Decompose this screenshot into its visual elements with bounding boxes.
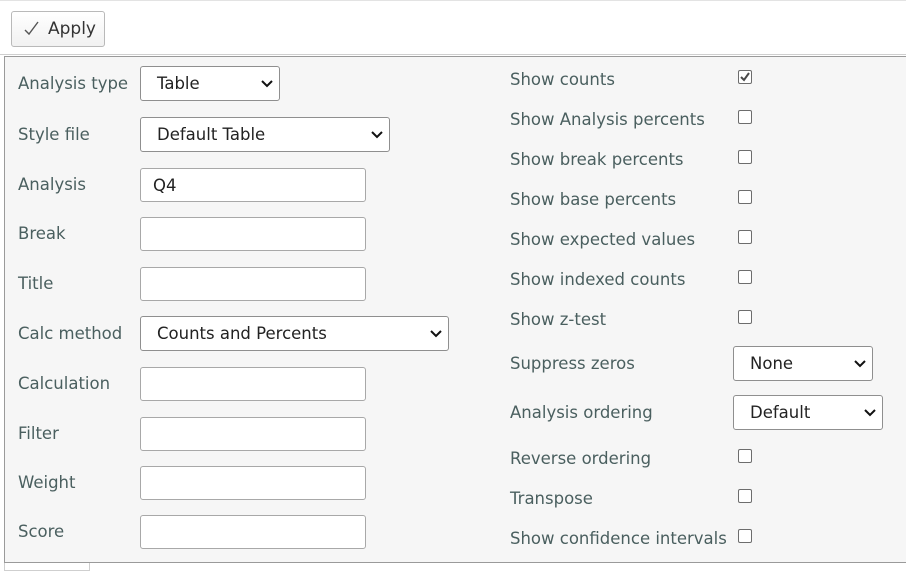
weight-input[interactable] <box>140 466 366 500</box>
weight-label: Weight <box>18 473 76 492</box>
show-counts-label: Show counts <box>510 70 615 89</box>
suppress-zeros-select[interactable]: None <box>733 346 873 381</box>
analysis-input[interactable] <box>140 168 366 202</box>
title-input[interactable] <box>140 267 366 301</box>
reverse-ordering-checkbox[interactable] <box>738 449 752 463</box>
analysis-ordering-value: Default <box>750 403 811 422</box>
calculation-label: Calculation <box>18 374 111 393</box>
divider <box>0 54 906 55</box>
show-base-percents-label: Show base percents <box>510 190 677 209</box>
chevron-down-icon <box>854 359 866 367</box>
filter-label: Filter <box>18 424 59 443</box>
chevron-down-icon <box>430 329 442 337</box>
calc-method-select[interactable]: Counts and Percents <box>140 316 449 351</box>
analysis-ordering-label: Analysis ordering <box>510 403 653 422</box>
score-label: Score <box>18 522 65 541</box>
analysis-type-value: Table <box>157 74 200 93</box>
analysis-label: Analysis <box>18 175 86 194</box>
analysis-type-select[interactable]: Table <box>140 66 280 101</box>
check-icon <box>740 72 750 82</box>
break-input[interactable] <box>140 217 366 251</box>
show-indexed-counts-checkbox[interactable] <box>738 270 752 284</box>
bottom-tab[interactable] <box>4 563 90 571</box>
filter-input[interactable] <box>140 417 366 451</box>
style-file-value: Default Table <box>157 125 266 144</box>
style-file-select[interactable]: Default Table <box>140 117 390 152</box>
calculation-input[interactable] <box>140 367 366 401</box>
show-break-percents-checkbox[interactable] <box>738 150 752 164</box>
show-break-percents-label: Show break percents <box>510 150 684 169</box>
chevron-down-icon <box>261 79 273 87</box>
analysis-ordering-select[interactable]: Default <box>733 395 883 430</box>
show-expected-values-label: Show expected values <box>510 230 696 249</box>
show-analysis-percents-label: Show Analysis percents <box>510 110 705 129</box>
apply-button[interactable]: Apply <box>11 11 105 47</box>
show-base-percents-checkbox[interactable] <box>738 190 752 204</box>
show-confidence-intervals-label: Show confidence intervals <box>510 529 727 548</box>
check-icon <box>23 20 41 38</box>
show-confidence-intervals-checkbox[interactable] <box>738 529 752 543</box>
chevron-down-icon <box>371 130 383 138</box>
show-expected-values-checkbox[interactable] <box>738 230 752 244</box>
show-z-test-checkbox[interactable] <box>738 310 752 324</box>
show-counts-checkbox[interactable] <box>738 70 752 84</box>
calc-method-label: Calc method <box>18 324 123 343</box>
show-indexed-counts-label: Show indexed counts <box>510 270 686 289</box>
show-analysis-percents-checkbox[interactable] <box>738 110 752 124</box>
show-z-test-label: Show z-test <box>510 310 607 329</box>
suppress-zeros-value: None <box>750 354 794 373</box>
transpose-label: Transpose <box>510 489 593 508</box>
apply-button-label: Apply <box>48 19 96 39</box>
chevron-down-icon <box>864 408 876 416</box>
title-label: Title <box>18 274 54 293</box>
calc-method-value: Counts and Percents <box>157 324 327 343</box>
toolbar: Apply <box>0 0 906 54</box>
suppress-zeros-label: Suppress zeros <box>510 354 635 373</box>
analysis-type-label: Analysis type <box>18 74 129 93</box>
reverse-ordering-label: Reverse ordering <box>510 449 652 468</box>
score-input[interactable] <box>140 515 366 549</box>
break-label: Break <box>18 224 66 243</box>
style-file-label: Style file <box>18 125 90 144</box>
transpose-checkbox[interactable] <box>738 489 752 503</box>
